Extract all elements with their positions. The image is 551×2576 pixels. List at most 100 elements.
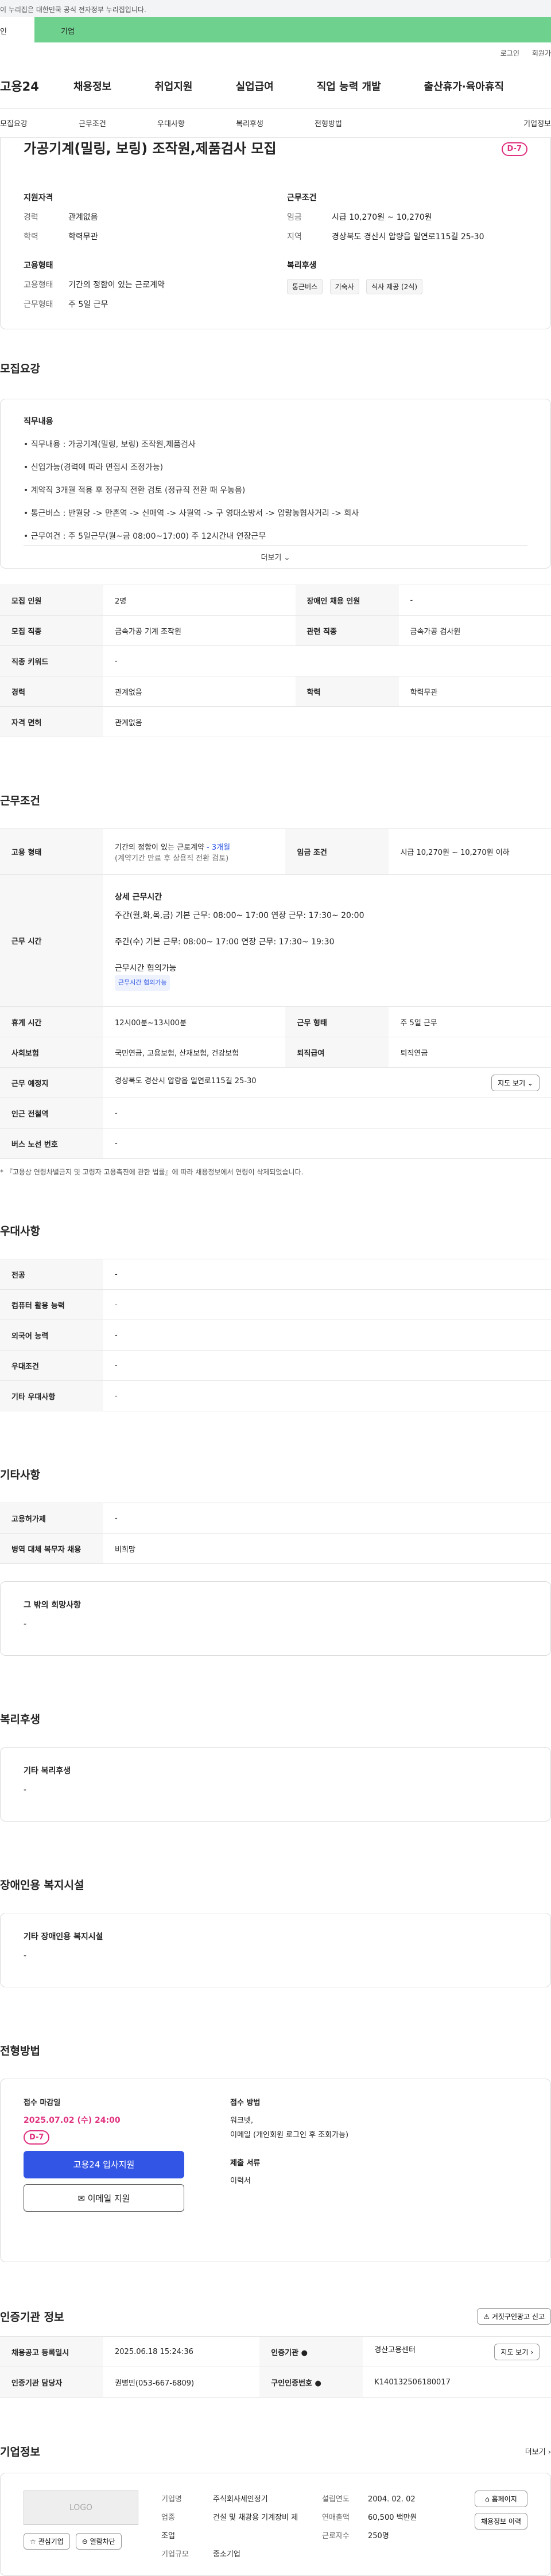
gnb-menu[interactable]: 출산휴가·육아휴직 xyxy=(424,79,504,94)
dday-badge: D-7 xyxy=(24,2130,50,2145)
work-table: 고용 형태 기간의 정함이 있는 근로계약 - 3개월 (계약기간 만료 후 상용… xyxy=(0,828,551,1159)
td: - xyxy=(398,585,551,616)
gnb-menu[interactable]: 직업 능력 개발 xyxy=(317,79,381,94)
report-button[interactable]: ⚠ 거짓구인광고 신고 xyxy=(477,2308,551,2325)
anchor-tabs: 모집요강 근무조건 우대사항 복리후생 전형방법 기업정보 xyxy=(0,109,551,138)
th: 버스 노선 번호 xyxy=(0,1128,103,1159)
gnb-menu[interactable]: 실업급여 xyxy=(236,79,274,94)
td: 시급 10,270원 ~ 10,270원 이하 xyxy=(389,828,551,875)
join-link[interactable]: 회원가 xyxy=(532,48,551,58)
th: 장애인 채용 인원 xyxy=(295,585,399,616)
corp-value: 중소기업 xyxy=(213,2550,240,2559)
welfare-chip: 식사 제공 (2식) xyxy=(366,279,423,294)
th: 퇴직급여 xyxy=(285,1037,389,1068)
req-item: • 계약직 3개월 적용 후 정규직 전환 검토 (정규직 전환 때 우농음) xyxy=(24,486,246,495)
util-menu: 로그인 회원가 xyxy=(0,42,551,63)
box-heading: 그 밖의 희망사항 xyxy=(24,1601,81,1610)
kv-value: 학력무관 xyxy=(68,232,98,242)
anchor-tab[interactable]: 복리후생 xyxy=(236,118,315,129)
th: 기타 우대사항 xyxy=(0,1380,103,1411)
td: 주 5일 근무 xyxy=(389,1006,551,1037)
th: 근무 예정지 xyxy=(0,1067,103,1098)
td: 2025.06.18 15:24:36 xyxy=(103,2336,260,2367)
global-nav: 고용24 채용정보 취업지원 실업급여 직업 능력 개발 출산휴가·육아휴직 xyxy=(0,63,551,109)
history-button[interactable]: 채용정보 이력 xyxy=(474,2513,527,2530)
anchor-tab[interactable]: 모집요강 xyxy=(0,118,79,129)
gnb-menu[interactable]: 채용정보 xyxy=(73,79,111,94)
apply-button[interactable]: 고용24 입사지원 xyxy=(24,2151,184,2178)
docs-value: 이력서 xyxy=(230,2177,251,2185)
emp-value: 기간의 정함이 있는 근로계약 xyxy=(115,843,204,852)
summary-card: 가공기계(밀링, 보링) 조작원,제품검사 모집 D-7 지원자격 경력 관계없음… xyxy=(0,138,551,329)
docs-label: 제출 서류 xyxy=(230,2159,261,2168)
block-button[interactable]: ⊖ 열람차단 xyxy=(75,2533,122,2550)
corp-heading: 기업정보 xyxy=(0,2446,40,2458)
req-table: 모집 인원 2명 장애인 채용 인원 - 모집 직종 금속가공 기계 조작원 관련 직종 금… xyxy=(0,585,551,737)
blind-right[interactable]: 기업 xyxy=(34,17,551,42)
td: - xyxy=(103,1380,551,1411)
anchor-tab[interactable]: 우대사항 xyxy=(157,118,236,129)
req-heading: 모집요강 xyxy=(0,363,40,375)
td: 권병민(053-667-6809) xyxy=(103,2367,260,2398)
th: 사회보험 xyxy=(0,1037,103,1068)
map-button[interactable]: 지도 보기 ⌄ xyxy=(491,1074,540,1091)
site-logo[interactable]: 고용24 xyxy=(0,77,73,95)
th: 인근 전철역 xyxy=(0,1098,103,1129)
td: 국민연금, 고용보험, 산재보험, 건강보험 xyxy=(103,1037,286,1068)
req-item: • 직무내용 : 가공기계(밀링, 보링) 조작원,제품검사 xyxy=(24,440,196,449)
cert-table: 채용공고 등록일시 2025.06.18 15:24:36 인증기관 ● 경산고용센터… xyxy=(0,2336,551,2398)
method-value: 이메일 (개인회원 로그인 후 조회가능) xyxy=(230,2131,349,2139)
kv-key: 고용형태 xyxy=(24,281,53,290)
map-button[interactable]: 지도 보기 › xyxy=(494,2343,540,2360)
td: 학력무관 xyxy=(398,676,551,707)
anchor-tab[interactable]: 기업정보 xyxy=(523,118,551,129)
th: 인증기관 ● xyxy=(259,2336,363,2367)
td: - xyxy=(103,1320,551,1351)
kv-value: 주 5일 근무 xyxy=(68,300,108,309)
td: 비희망 xyxy=(103,1533,551,1564)
more-button[interactable]: 더보기 ⌄ xyxy=(24,545,527,562)
cond-heading: 근무조건 xyxy=(287,193,317,203)
req-item: • 신입가능(경력에 따라 면접시 조정가능) xyxy=(24,463,164,472)
method-label: 접수 방법 xyxy=(230,2099,261,2107)
req-item: • 근무여건 : 주 5일근무(월~금 08:00~17:00) 주 12시간내… xyxy=(24,532,266,541)
td: - xyxy=(103,1503,551,1534)
td: 금속가공 기계 조작원 xyxy=(103,615,296,646)
pref-table: 전공 - 컴퓨터 활용 능력 - 외국어 능력 - 우대조건 - 기타 우대사항 - xyxy=(0,1259,551,1411)
corp-key: 설립연도 xyxy=(322,2495,350,2504)
qual-heading: 지원자격 xyxy=(24,193,53,203)
homepage-button[interactable]: ⌂ 홈페이지 xyxy=(474,2491,527,2507)
th: 학력 xyxy=(295,676,399,707)
kv-key: 지역 xyxy=(287,232,302,242)
login-link[interactable]: 로그인 xyxy=(500,48,519,58)
req-item: • 통근버스 : 반월당 -> 만촌역 -> 신매역 -> 사월역 -> 구 영… xyxy=(24,509,359,518)
corp-box: LOGO ☆ 관심기업 ⊖ 열람차단 기업명 주식회사세인정기 업종 건설 및 채광… xyxy=(0,2473,551,2576)
th: 근무 시간 xyxy=(0,874,103,1007)
corp-key: 연매출액 xyxy=(322,2513,350,2522)
gnb-menu[interactable]: 취업지원 xyxy=(154,79,192,94)
kv-value: 시급 10,270원 ~ 10,270원 xyxy=(332,213,432,222)
time-line: 근무시간 협의가능 xyxy=(115,963,177,973)
anchor-tab[interactable]: 근무조건 xyxy=(79,118,157,129)
th: 관련 직종 xyxy=(295,615,399,646)
blind-left[interactable]: 인 xyxy=(0,17,34,42)
emp-value2: (계약기간 만료 후 상용직 전환 검토) xyxy=(115,854,229,863)
th: 컴퓨터 활용 능력 xyxy=(0,1289,103,1320)
welfare-chip: 통근버스 xyxy=(287,279,323,294)
th: 우대조건 xyxy=(0,1350,103,1381)
corp-more-link[interactable]: 더보기 › xyxy=(525,2446,551,2457)
td: 경산고용센터 지도 보기 › xyxy=(363,2336,551,2367)
td: 관계없음 xyxy=(103,676,296,707)
td: - xyxy=(103,645,551,676)
fav-button[interactable]: ☆ 관심기업 xyxy=(24,2533,70,2550)
corp-value: 2004. 02. 02 xyxy=(368,2495,416,2504)
proc-heading: 전형방법 xyxy=(0,2045,40,2057)
th: 외국어 능력 xyxy=(0,1320,103,1351)
kv-key: 근무형태 xyxy=(24,300,53,309)
anchor-tab[interactable]: 전형방법 xyxy=(315,118,393,129)
th: 병역 대체 복무자 채용 xyxy=(0,1533,103,1564)
email-apply-button[interactable]: ✉ 이메일 지원 xyxy=(24,2184,184,2212)
td: 퇴직연금 xyxy=(389,1037,551,1068)
blind-bar: 인 기업 xyxy=(0,17,551,42)
kv-key: 경력 xyxy=(24,213,38,222)
